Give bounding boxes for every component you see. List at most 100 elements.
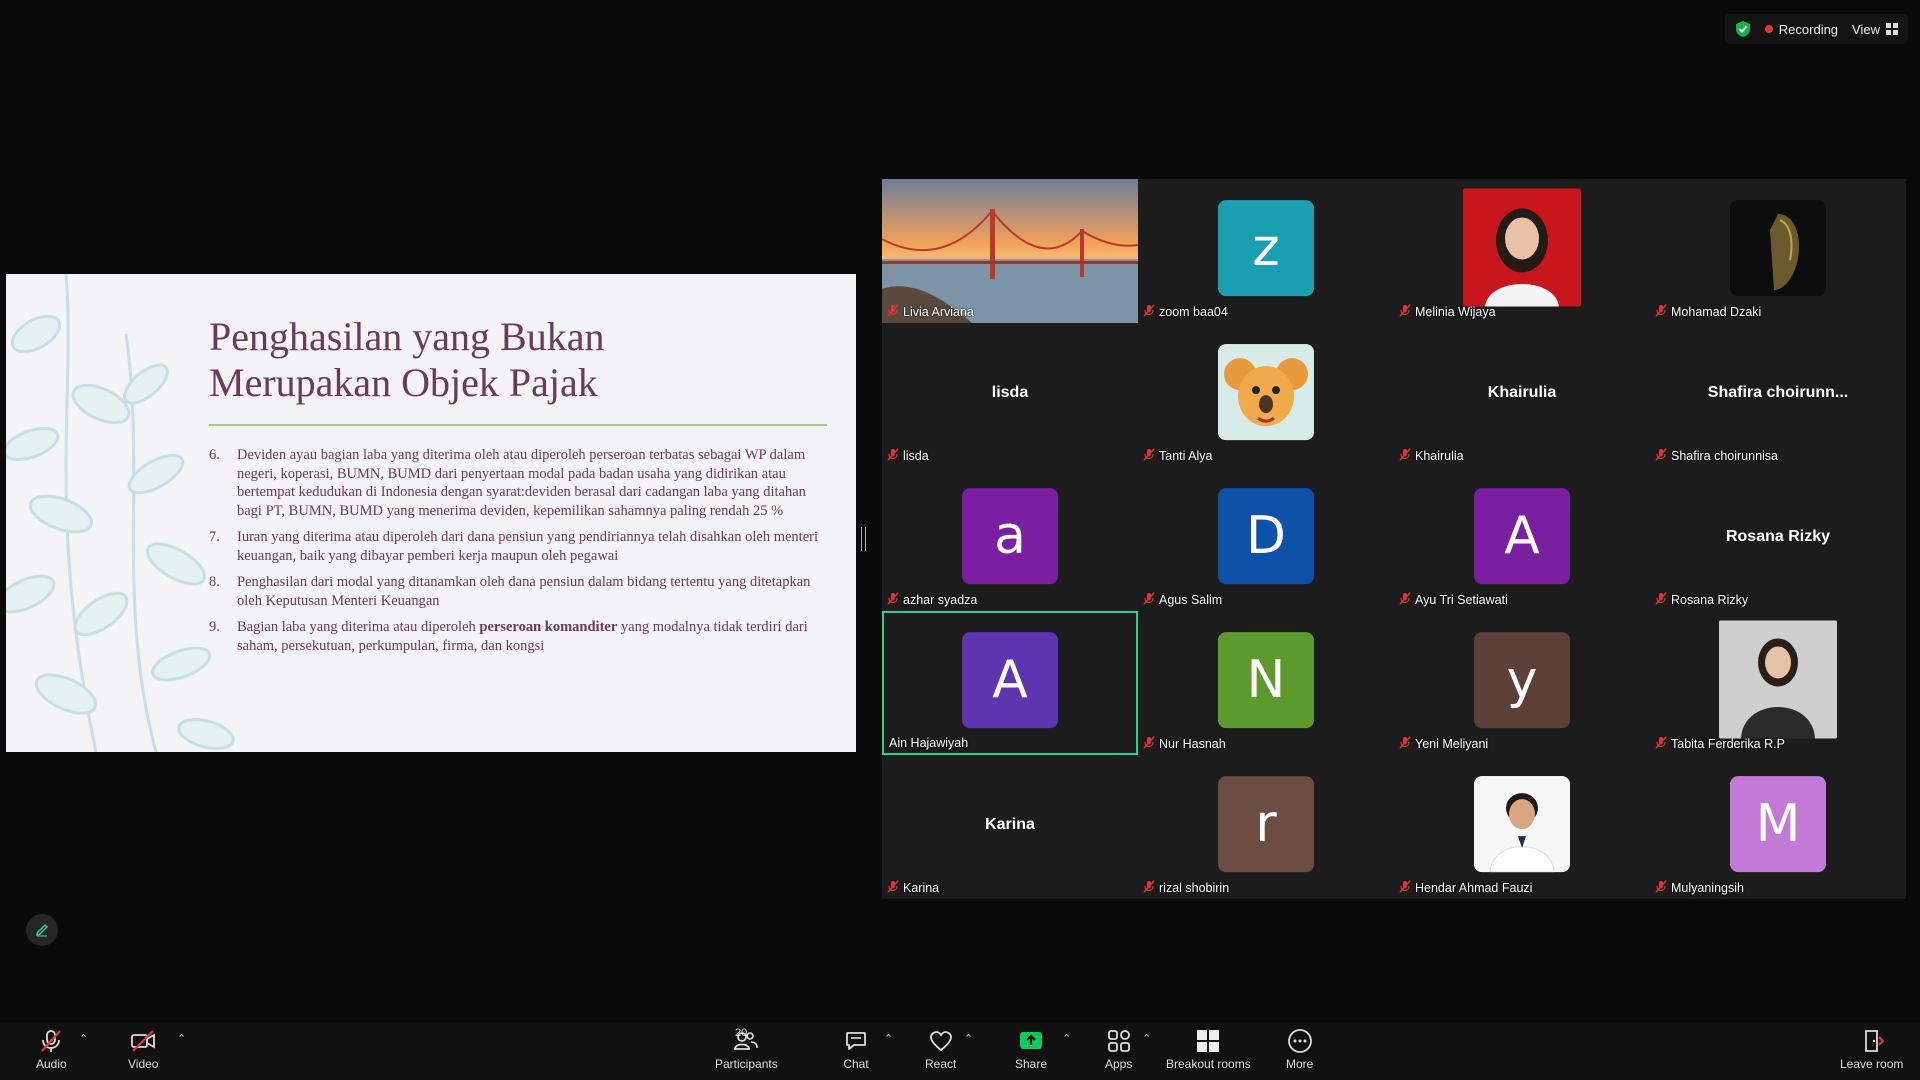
chat-icon: [846, 1032, 866, 1050]
participant-tile[interactable]: Karina Karina: [882, 755, 1138, 899]
participant-name-label: lisda: [887, 448, 929, 464]
participant-tile[interactable]: y Yeni Meliyani: [1394, 611, 1650, 755]
participant-tile[interactable]: Tanti Alya: [1138, 323, 1394, 467]
annotate-button[interactable]: [26, 914, 58, 946]
participant-avatar: r: [1218, 776, 1314, 873]
participant-name: Tabita Ferderika R.P: [1671, 737, 1785, 751]
muted-mic-icon: [887, 304, 899, 320]
participant-tile[interactable]: Khairulia Khairulia: [1394, 323, 1650, 467]
share-button[interactable]: Share: [1015, 1028, 1047, 1071]
slide-list-item: 6. Deviden ayau bagian laba yang diterim…: [209, 446, 829, 520]
muted-mic-icon: [1399, 880, 1411, 896]
participants-label: Participants: [715, 1057, 778, 1071]
apps-button[interactable]: Apps: [1105, 1028, 1132, 1071]
more-label: More: [1286, 1057, 1314, 1071]
participant-tile[interactable]: D Agus Salim: [1138, 467, 1394, 611]
item-text-part: Bagian laba yang diterima atau diperoleh: [237, 619, 480, 635]
react-options-caret-icon[interactable]: ⌃: [964, 1032, 973, 1045]
breakout-rooms-icon: [1197, 1030, 1220, 1052]
participant-tile[interactable]: a azhar syadza: [882, 467, 1138, 611]
participant-tile[interactable]: z zoom baa04: [1138, 179, 1394, 323]
participant-tile[interactable]: Hendar Ahmad Fauzi: [1394, 755, 1650, 899]
view-button[interactable]: View: [1852, 22, 1898, 37]
muted-mic-icon: [1655, 736, 1667, 752]
participant-tile[interactable]: A Ayu Tri Setiawati: [1394, 467, 1650, 611]
more-button[interactable]: More: [1286, 1028, 1313, 1071]
shield-icon[interactable]: [1735, 20, 1751, 38]
participant-tile[interactable]: N Nur Hasnah: [1138, 611, 1394, 755]
muted-mic-icon: [1143, 592, 1155, 608]
item-number: 8.: [209, 574, 220, 590]
participant-name-label: Rosana Rizky: [1655, 592, 1748, 608]
participant-display-name: Rosana Rizky: [1725, 528, 1831, 546]
video-background-image: [882, 179, 1138, 323]
muted-mic-icon: [1143, 736, 1155, 752]
participant-tile[interactable]: Mohamad Dzaki: [1650, 179, 1906, 323]
breakout-label: Breakout rooms: [1166, 1057, 1251, 1071]
participant-tile[interactable]: r rizal shobirin: [1138, 755, 1394, 899]
leave-door-icon: [1864, 1030, 1885, 1052]
avatar-initial: N: [1246, 650, 1286, 711]
share-screen-icon: [1020, 1032, 1043, 1049]
breakout-rooms-button[interactable]: Breakout rooms: [1166, 1028, 1251, 1071]
participant-gallery: Livia Arviana z zoom baa04 Melinia Wijaya Mo…: [882, 179, 1906, 899]
chat-button[interactable]: Chat: [843, 1028, 869, 1071]
participant-name: Hendar Ahmad Fauzi: [1415, 881, 1533, 895]
person-portrait: [1719, 620, 1837, 739]
participant-name-label: Melinia Wijaya: [1399, 304, 1496, 320]
participant-tile[interactable]: Livia Arviana: [882, 179, 1138, 323]
participant-display-name: Shafira choirunn...: [1707, 384, 1849, 402]
participants-button[interactable]: 20 Participants: [715, 1027, 778, 1071]
avatar-initial: D: [1245, 506, 1287, 567]
participant-name: Agus Salim: [1159, 593, 1223, 607]
video-label: Video: [128, 1057, 159, 1071]
participant-avatar: N: [1218, 632, 1314, 729]
participant-tile[interactable]: Rosana Rizky Rosana Rizky: [1650, 467, 1906, 611]
participant-tile[interactable]: A Ain Hajawiyah: [882, 611, 1138, 755]
heart-icon: [929, 1031, 952, 1052]
participant-tile[interactable]: Tabita Ferderika R.P: [1650, 611, 1906, 755]
video-button[interactable]: Video: [128, 1028, 158, 1071]
slide-list-item: 7. Iuran yang diterima atau diperoleh da…: [209, 528, 829, 565]
participant-tile[interactable]: M Mulyaningsih: [1650, 755, 1906, 899]
meeting-toolbar: Audio ⌃ Video ⌃ 20 Participants Chat ⌃ R…: [0, 1022, 1920, 1080]
slide-bullet-list: 6. Deviden ayau bagian laba yang diterim…: [209, 446, 829, 663]
participant-tile[interactable]: Melinia Wijaya: [1394, 179, 1650, 323]
share-options-caret-icon[interactable]: ⌃: [1062, 1032, 1071, 1045]
split-view-drag-handle[interactable]: [861, 527, 866, 551]
participant-name-label: Yeni Meliyani: [1399, 736, 1488, 752]
apps-options-caret-icon[interactable]: ⌃: [1142, 1032, 1151, 1045]
participant-name: azhar syadza: [903, 593, 978, 607]
item-text: Penghasilan dari modal yang ditanamkan o…: [237, 574, 811, 609]
participant-name-label: Shafira choirunnisa: [1655, 448, 1778, 464]
slide-list-item: 9. Bagian laba yang diterima atau dipero…: [209, 618, 829, 655]
muted-mic-icon: [1655, 448, 1667, 464]
slide-title-line-2: Merupakan Objek Pajak: [209, 360, 598, 405]
video-options-caret-icon[interactable]: ⌃: [177, 1032, 186, 1045]
apps-label: Apps: [1105, 1057, 1133, 1071]
participant-tile[interactable]: lisda lisda: [882, 323, 1138, 467]
person-portrait: [1474, 776, 1570, 873]
participant-name-label: Nur Hasnah: [1143, 736, 1226, 752]
react-button[interactable]: React: [925, 1028, 956, 1071]
muted-mic-icon: [1143, 880, 1155, 896]
view-label: View: [1852, 21, 1880, 37]
participant-name-label: azhar syadza: [887, 592, 977, 608]
participant-name: Shafira choirunnisa: [1671, 449, 1779, 463]
participant-name: Mohamad Dzaki: [1671, 305, 1762, 319]
item-text-bold: perseroan komanditer: [479, 619, 618, 635]
participant-tile[interactable]: Shafira choirunn... Shafira choirunnisa: [1650, 323, 1906, 467]
participant-name: Livia Arviana: [903, 305, 974, 319]
participant-name-label: Tanti Alya: [1143, 448, 1213, 464]
participant-avatar: [1218, 344, 1314, 441]
audio-button[interactable]: Audio: [36, 1028, 67, 1071]
recording-indicator[interactable]: Recording: [1764, 22, 1838, 37]
chat-options-caret-icon[interactable]: ⌃: [884, 1032, 893, 1045]
item-number: 6.: [209, 447, 220, 463]
audio-options-caret-icon[interactable]: ⌃: [79, 1032, 88, 1045]
participant-avatar: D: [1218, 488, 1314, 585]
leave-room-button[interactable]: Leave room: [1840, 1028, 1903, 1071]
participant-name-label: Hendar Ahmad Fauzi: [1399, 880, 1532, 896]
react-label: React: [925, 1057, 957, 1071]
slide-title-underline: [209, 424, 827, 426]
